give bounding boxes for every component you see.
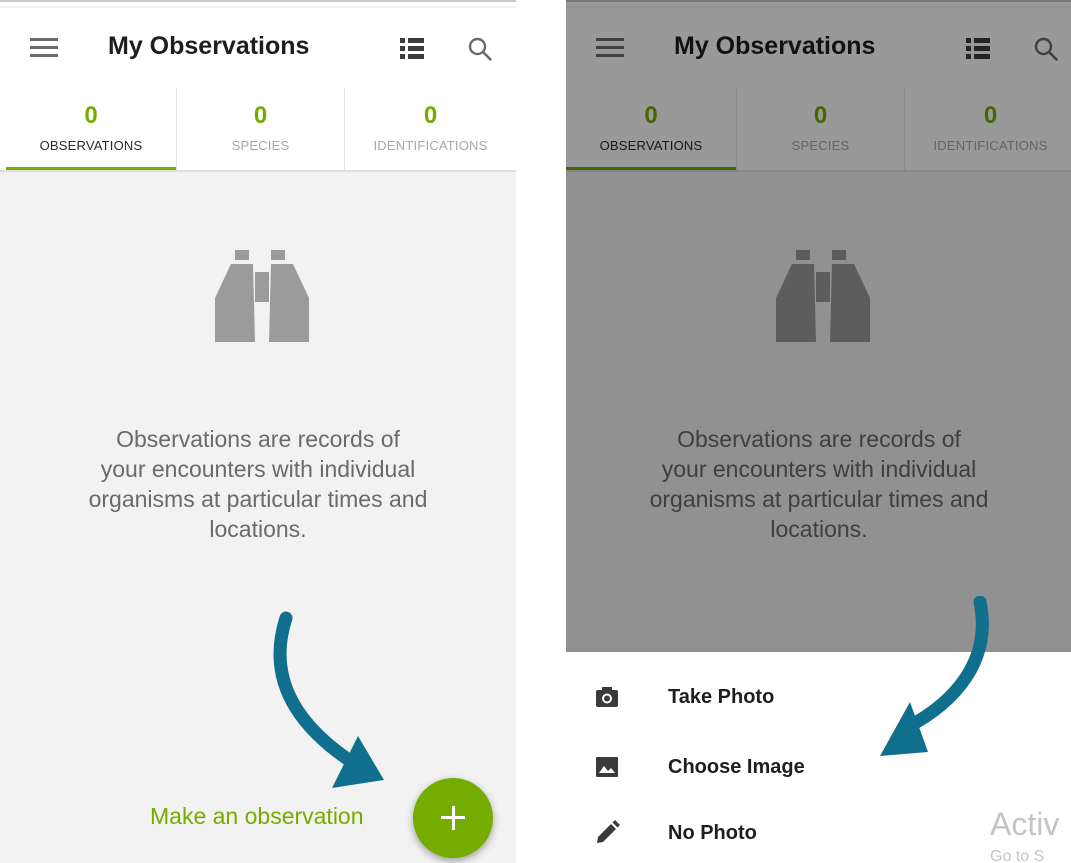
tab-count: 0 (253, 102, 268, 129)
message-line: organisms at particular times and (88, 486, 428, 512)
tab-label: SPECIES (231, 138, 290, 153)
message-line: your encounters with individual (100, 456, 416, 482)
sheet-item-label: No Photo (668, 822, 757, 844)
take-photo-option[interactable]: Take Photo (566, 664, 1071, 730)
sheet-item-label: Choose Image (668, 756, 805, 778)
app-bar: My Observations (0, 8, 516, 88)
camera-icon (594, 684, 620, 710)
tab-label: OBSERVATIONS (39, 138, 143, 153)
sheet-item-label: Take Photo (668, 686, 775, 708)
arrow-annotation (273, 611, 384, 788)
tab-label: IDENTIFICATIONS (373, 138, 488, 153)
status-bar-edge (0, 0, 516, 6)
tab-species[interactable]: 0 SPECIES (176, 88, 344, 170)
page-title: My Observations (108, 32, 310, 60)
watermark-text: Activ (990, 806, 1060, 842)
screen-my-observations: My Observations 0 OBSERVATIONS 0 SPECIES… (0, 0, 516, 863)
binoculars-icon (215, 250, 309, 344)
watermark-subtext: Go to S (990, 848, 1045, 863)
add-observation-button[interactable] (413, 778, 493, 858)
list-view-icon[interactable] (400, 38, 424, 60)
empty-state-message: Observations are records of your encount… (30, 424, 486, 544)
screen-add-observation-sheet: My Observations 0 OBSERVATIONS 0 SPECIES… (566, 0, 1071, 863)
message-line: locations. (209, 516, 307, 542)
pencil-icon (594, 820, 620, 846)
stats-tabs: 0 OBSERVATIONS 0 SPECIES 0 IDENTIFICATIO… (0, 88, 516, 172)
tab-identifications[interactable]: 0 IDENTIFICATIONS (344, 88, 516, 170)
hamburger-menu-icon[interactable] (30, 38, 58, 58)
modal-scrim[interactable] (566, 0, 1071, 652)
tab-observations[interactable]: 0 OBSERVATIONS (6, 88, 176, 170)
choose-image-option[interactable]: Choose Image (566, 734, 1071, 800)
make-observation-label[interactable]: Make an observation (150, 803, 364, 830)
search-icon[interactable] (467, 36, 493, 62)
image-icon (594, 754, 620, 780)
tab-count: 0 (423, 102, 438, 129)
tab-count: 0 (84, 102, 98, 129)
message-line: Observations are records of (116, 426, 400, 452)
